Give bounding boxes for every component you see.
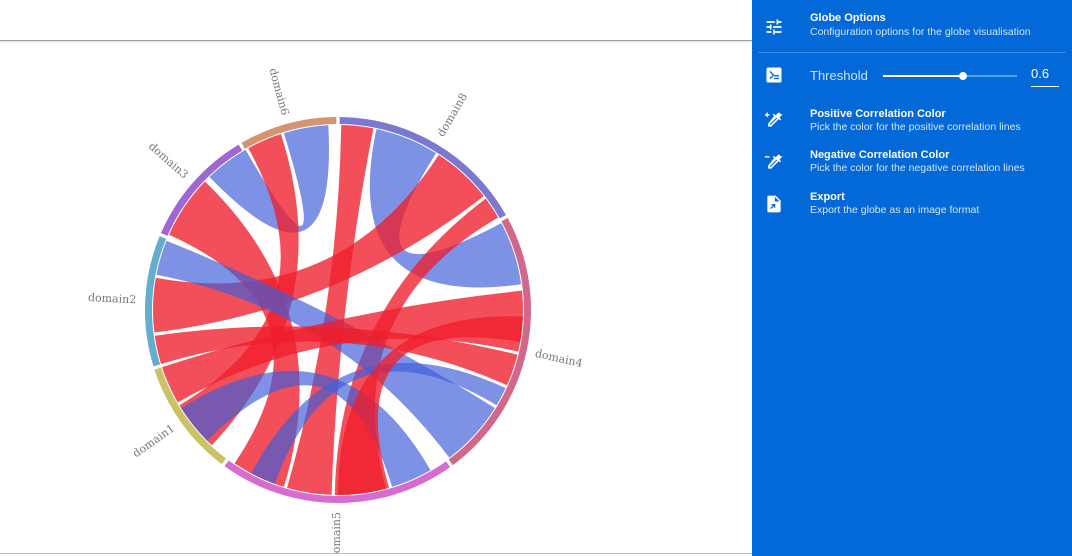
threshold-value-input[interactable]: 0.6 xyxy=(1031,66,1059,87)
domain-label-domain4: domain4 xyxy=(534,347,584,370)
file-export-icon xyxy=(767,195,781,213)
globe-options-title: Globe Options xyxy=(810,12,886,24)
threshold-slider-track-active xyxy=(883,75,963,77)
globe-options-panel: Globe Options Configuration options for … xyxy=(752,0,1072,556)
chord-chart: domain8 domain4 domain5 domain1 domain2 domai… xyxy=(0,41,752,553)
eyedropper-plus-icon xyxy=(764,112,783,127)
bottom-divider xyxy=(0,553,752,554)
export-title: Export xyxy=(810,191,845,203)
export-subtitle: Export the globe as an image format xyxy=(810,204,980,216)
positive-color-title: Positive Correlation Color xyxy=(810,108,946,120)
negative-color-subtitle: Pick the color for the negative correlat… xyxy=(810,162,1025,174)
chord-diagram: domain8 domain4 domain5 domain1 domain2 domai… xyxy=(88,67,584,553)
threshold-slider[interactable] xyxy=(883,69,1017,83)
positive-color-item[interactable]: Positive Correlation Color Pick the colo… xyxy=(752,104,1072,144)
negative-color-title: Negative Correlation Color xyxy=(810,149,950,161)
threshold-icon xyxy=(766,67,782,83)
tune-icon xyxy=(766,19,782,35)
threshold-slider-track xyxy=(963,75,1017,77)
domain-label-domain5: domain5 xyxy=(330,512,343,553)
domain-label-domain6: domain6 xyxy=(266,67,291,117)
globe-options-header: Globe Options Configuration options for … xyxy=(752,0,1072,52)
domain-label-domain1: domain1 xyxy=(130,422,177,461)
domain-label-domain8: domain8 xyxy=(434,91,470,139)
threshold-slider-thumb[interactable] xyxy=(959,72,967,80)
eyedropper-minus-icon xyxy=(764,154,783,169)
domain-label-domain2: domain2 xyxy=(88,291,137,306)
threshold-label: Threshold xyxy=(810,68,868,83)
globe-options-subtitle: Configuration options for the globe visu… xyxy=(810,26,1031,38)
domain-label-domain3: domain3 xyxy=(146,140,191,182)
top-toolbar xyxy=(0,0,752,41)
export-item[interactable]: Export Export the globe as an image form… xyxy=(752,187,1072,227)
positive-color-subtitle: Pick the color for the positive correlat… xyxy=(810,121,1021,133)
chord-ribbons xyxy=(153,125,524,495)
negative-color-item[interactable]: Negative Correlation Color Pick the colo… xyxy=(752,145,1072,185)
